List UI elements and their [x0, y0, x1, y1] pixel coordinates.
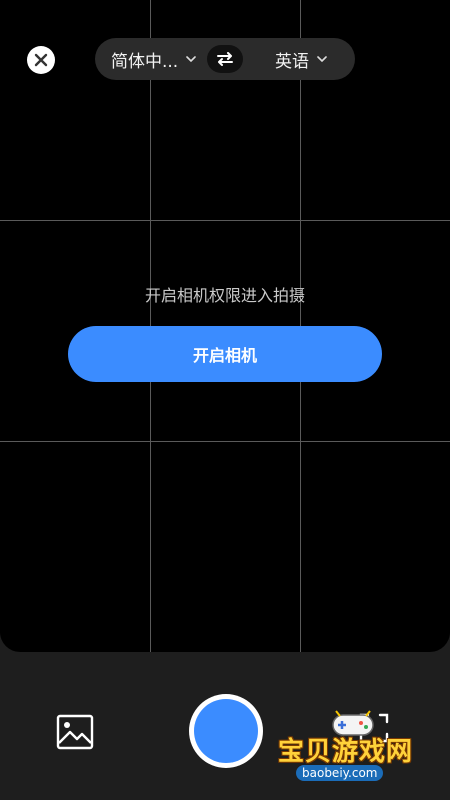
camera-permission-hint: 开启相机权限进入拍摄 — [144, 286, 305, 305]
shutter-inner — [194, 699, 258, 763]
gallery-button[interactable] — [56, 713, 94, 751]
close-icon — [34, 53, 48, 67]
watermark-url: baobeiy.com — [296, 765, 384, 781]
close-button[interactable] — [27, 46, 55, 74]
chevron-down-icon — [186, 56, 197, 62]
grid-line-horizontal-2 — [0, 441, 450, 442]
watermark-logo: 宝贝游戏网 baobeiy.com — [272, 705, 432, 785]
chevron-down-icon — [317, 56, 327, 62]
target-language-label: 英语 — [275, 51, 309, 72]
shutter-button[interactable] — [189, 694, 263, 768]
source-language-label: 简体中... — [111, 51, 179, 72]
swap-arrows-icon — [217, 52, 233, 66]
grid-line-horizontal-1 — [0, 220, 450, 221]
open-camera-button[interactable]: 开启相机 — [68, 326, 382, 382]
image-icon — [56, 714, 94, 750]
target-language-dropdown[interactable]: 英语 — [275, 38, 327, 80]
source-language-dropdown[interactable]: 简体中... — [111, 38, 197, 80]
watermark-title: 宝贝游戏网 — [278, 737, 414, 767]
language-selector: 简体中... 英语 — [95, 38, 355, 80]
camera-viewfinder: 简体中... 英语 开启相机权限进入拍摄 开启相机 — [0, 0, 450, 652]
swap-languages-button[interactable] — [207, 45, 243, 73]
camera-screen: 简体中... 英语 开启相机权限进入拍摄 开启相机 宝贝游戏网 baobeiy.… — [0, 0, 450, 800]
